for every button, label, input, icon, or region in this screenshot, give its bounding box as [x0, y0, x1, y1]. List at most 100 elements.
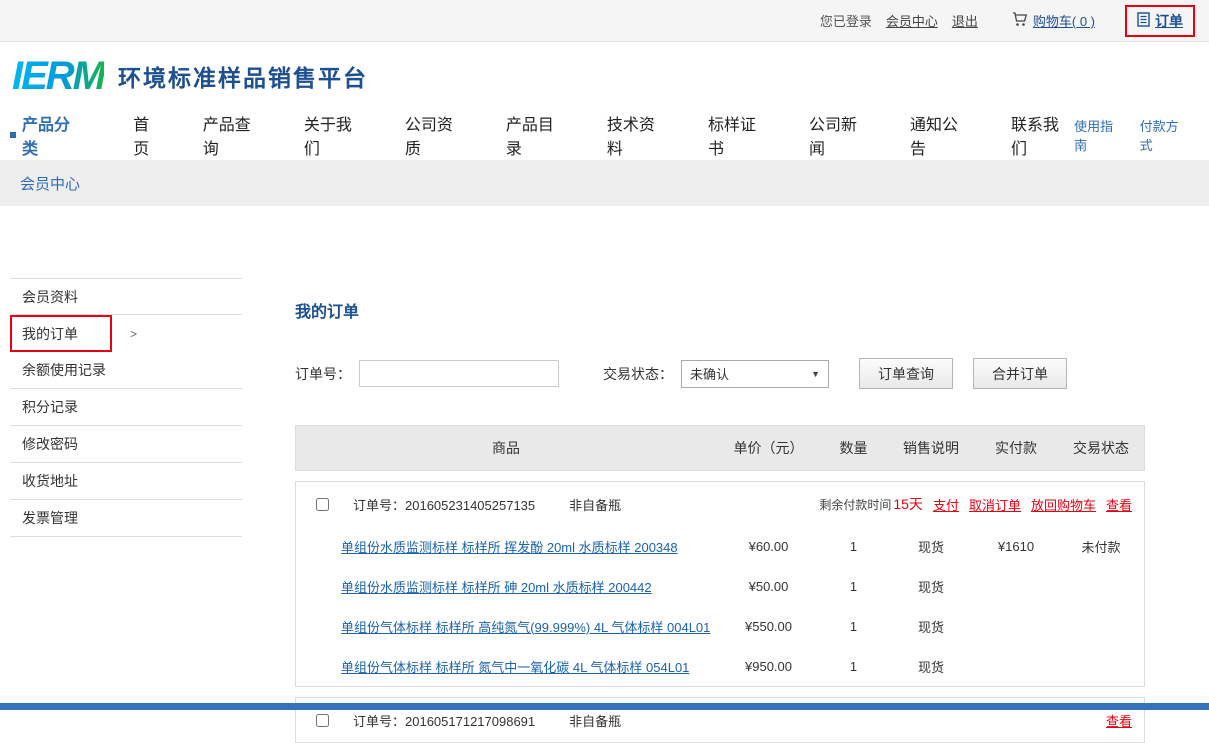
- item-stock-status: 现货: [886, 657, 976, 676]
- item-stock-status: 现货: [886, 577, 976, 596]
- breadcrumb: 会员中心: [20, 173, 80, 194]
- item-price: ¥550.00: [716, 619, 821, 634]
- main-nav: 产品分类 首页 产品查询 关于我们 公司资质 产品目录 技术资料 标样证书 公司…: [0, 110, 1209, 160]
- order-group: 订单号：201605231405257135 非自备瓶 剩余付款时间15天 支付…: [295, 481, 1145, 687]
- nav-item-product-catalog[interactable]: 产品目录: [506, 111, 569, 159]
- nav-item-about-us[interactable]: 关于我们: [304, 111, 367, 159]
- login-status: 您已登录: [820, 11, 872, 30]
- order-group-header: 订单号：201605231405257135 非自备瓶 剩余付款时间15天 支付…: [296, 482, 1144, 526]
- nav-item-announcements[interactable]: 通知公告: [910, 111, 973, 159]
- square-bullet-icon: [10, 132, 16, 138]
- orders-highlight-box: 订单: [1125, 5, 1195, 37]
- view-order-link[interactable]: 查看: [1106, 711, 1132, 730]
- item-quantity: 1: [821, 539, 886, 554]
- nav-product-category-label: 产品分类: [22, 111, 85, 159]
- site-title: 环境标准样品销售平台: [118, 59, 368, 93]
- bottle-note: 非自备瓶: [569, 711, 621, 730]
- nav-item-company-news[interactable]: 公司新闻: [809, 111, 872, 159]
- member-center-link[interactable]: 会员中心: [886, 11, 938, 30]
- trade-status-select[interactable]: 未确认 ▼: [681, 360, 829, 388]
- breadcrumb-band: 会员中心: [0, 160, 1209, 206]
- cancel-order-link[interactable]: 取消订单: [969, 495, 1021, 514]
- orders-table-header: 商品 单价（元） 数量 销售说明 实付款 交易状态: [295, 425, 1145, 471]
- nav-item-product-search[interactable]: 产品查询: [203, 111, 266, 159]
- nav-user-guide[interactable]: 使用指南: [1074, 116, 1125, 154]
- footer-band: [0, 703, 1209, 710]
- logout-link[interactable]: 退出: [952, 11, 978, 30]
- order-select-checkbox[interactable]: [316, 498, 329, 511]
- order-number: 订单号：201605231405257135: [353, 495, 535, 514]
- sidebar-item-label: 收货地址: [22, 471, 78, 491]
- sidebar-item-member-profile[interactable]: 会员资料: [10, 278, 242, 315]
- item-price: ¥50.00: [716, 579, 821, 594]
- cart-icon: [1012, 12, 1028, 30]
- item-stock-status: 现货: [886, 537, 976, 556]
- merge-orders-button[interactable]: 合并订单: [973, 358, 1067, 389]
- sidebar-item-label: 发票管理: [22, 508, 78, 528]
- site-header: IERM 环境标准样品销售平台: [0, 42, 1209, 110]
- member-sidebar: 会员资料 我的订单 > 余额使用记录 积分记录 修改密码 收货地址 发票管理: [10, 278, 242, 537]
- orders-table: 商品 单价（元） 数量 销售说明 实付款 交易状态 订单号：2016052314…: [295, 425, 1145, 743]
- order-actions: 查看: [1106, 711, 1132, 730]
- nav-item-sample-certificate[interactable]: 标样证书: [708, 111, 771, 159]
- cart-link-label[interactable]: 购物车( 0 ): [1033, 11, 1095, 30]
- order-item-row: 单组份水质监测标样 标样所 砷 20ml 水质标样 200442 ¥50.00 …: [296, 566, 1144, 606]
- sidebar-item-label: 积分记录: [22, 397, 78, 417]
- col-header-quantity: 数量: [821, 438, 886, 458]
- col-header-product: 商品: [296, 438, 716, 458]
- cart-link[interactable]: 购物车( 0 ): [1012, 11, 1095, 30]
- nav-item-contact-us[interactable]: 联系我们: [1011, 111, 1074, 159]
- orders-icon: [1137, 12, 1150, 30]
- payment-countdown-label: 剩余付款时间: [819, 498, 891, 512]
- main-panel: 我的订单 订单号： 交易状态： 未确认 ▼ 订单查询 合并订单 商品 单价（元）…: [295, 278, 1145, 743]
- topbar: 您已登录 会员中心 退出 购物车( 0 ) 订单: [0, 0, 1209, 42]
- return-to-cart-link[interactable]: 放回购物车: [1031, 495, 1096, 514]
- sidebar-item-shipping-address[interactable]: 收货地址: [10, 463, 242, 500]
- product-link[interactable]: 单组份水质监测标样 标样所 挥发酚 20ml 水质标样 200348: [341, 540, 678, 555]
- product-link[interactable]: 单组份气体标样 标样所 氮气中一氧化碳 4L 气体标样 054L01: [341, 660, 689, 675]
- product-link[interactable]: 单组份水质监测标样 标样所 砷 20ml 水质标样 200442: [341, 580, 652, 595]
- sidebar-item-my-orders[interactable]: 我的订单 >: [10, 315, 112, 352]
- order-item-row: 单组份水质监测标样 标样所 挥发酚 20ml 水质标样 200348 ¥60.0…: [296, 526, 1144, 566]
- order-number: 订单号：201605171217098691: [353, 711, 535, 730]
- view-order-link[interactable]: 查看: [1106, 495, 1132, 514]
- chevron-right-icon: >: [130, 327, 137, 341]
- nav-right-links: 使用指南 付款方式: [1074, 116, 1191, 154]
- item-quantity: 1: [821, 619, 886, 634]
- nav-item-home[interactable]: 首页: [133, 111, 165, 159]
- orders-link[interactable]: 订单: [1155, 11, 1183, 31]
- order-filter: 订单号： 交易状态： 未确认 ▼ 订单查询 合并订单: [295, 358, 1145, 389]
- col-header-sales-note: 销售说明: [886, 438, 976, 458]
- col-header-unit-price: 单价（元）: [716, 438, 821, 458]
- item-quantity: 1: [821, 579, 886, 594]
- order-no-input[interactable]: [359, 360, 559, 387]
- sidebar-item-label: 我的订单: [22, 324, 78, 344]
- order-select-checkbox[interactable]: [316, 714, 329, 727]
- order-search-button[interactable]: 订单查询: [859, 358, 953, 389]
- content: 会员资料 我的订单 > 余额使用记录 积分记录 修改密码 收货地址 发票管理 我…: [0, 206, 1209, 743]
- order-no-label: 订单号：: [295, 364, 351, 384]
- chevron-down-icon: ▼: [811, 369, 820, 379]
- trade-status-value: 未确认: [690, 364, 729, 383]
- order-item-row: 单组份气体标样 标样所 氮气中一氧化碳 4L 气体标样 054L01 ¥950.…: [296, 646, 1144, 686]
- product-link[interactable]: 单组份气体标样 标样所 高纯氮气(99.999%) 4L 气体标样 004L01: [341, 620, 710, 635]
- nav-items: 首页 产品查询 关于我们 公司资质 产品目录 技术资料 标样证书 公司新闻 通知…: [133, 111, 1074, 159]
- sidebar-item-label: 会员资料: [22, 287, 78, 307]
- page-title: 我的订单: [295, 298, 1145, 322]
- pay-link[interactable]: 支付: [933, 495, 959, 514]
- sidebar-item-invoice-management[interactable]: 发票管理: [10, 500, 242, 537]
- order-actions: 剩余付款时间15天 支付 取消订单 放回购物车 查看: [819, 494, 1132, 514]
- sidebar-item-label: 余额使用记录: [22, 360, 106, 380]
- nav-product-category[interactable]: 产品分类: [10, 111, 85, 159]
- item-amount-paid: ¥1610: [976, 539, 1056, 554]
- nav-item-technical-info[interactable]: 技术资料: [607, 111, 670, 159]
- item-price: ¥60.00: [716, 539, 821, 554]
- sidebar-item-balance-history[interactable]: 余额使用记录: [10, 352, 242, 389]
- nav-item-company-qualification[interactable]: 公司资质: [405, 111, 468, 159]
- bottle-note: 非自备瓶: [569, 495, 621, 514]
- item-stock-status: 现货: [886, 617, 976, 636]
- site-logo: IERM: [12, 54, 104, 99]
- nav-payment-method[interactable]: 付款方式: [1140, 116, 1191, 154]
- sidebar-item-change-password[interactable]: 修改密码: [10, 426, 242, 463]
- sidebar-item-points-history[interactable]: 积分记录: [10, 389, 242, 426]
